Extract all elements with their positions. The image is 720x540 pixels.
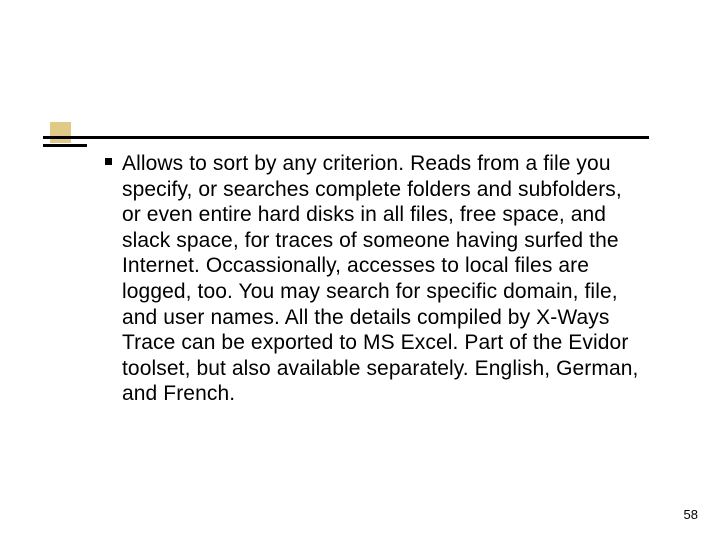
bullet-icon [105,158,112,165]
accent-short-line [43,144,87,147]
accent-square [50,122,71,143]
page-number: 58 [684,507,698,522]
slide: Allows to sort by any criterion. Reads f… [0,0,720,540]
body-paragraph: Allows to sort by any criterion. Reads f… [122,151,642,407]
accent-long-line [43,136,649,139]
